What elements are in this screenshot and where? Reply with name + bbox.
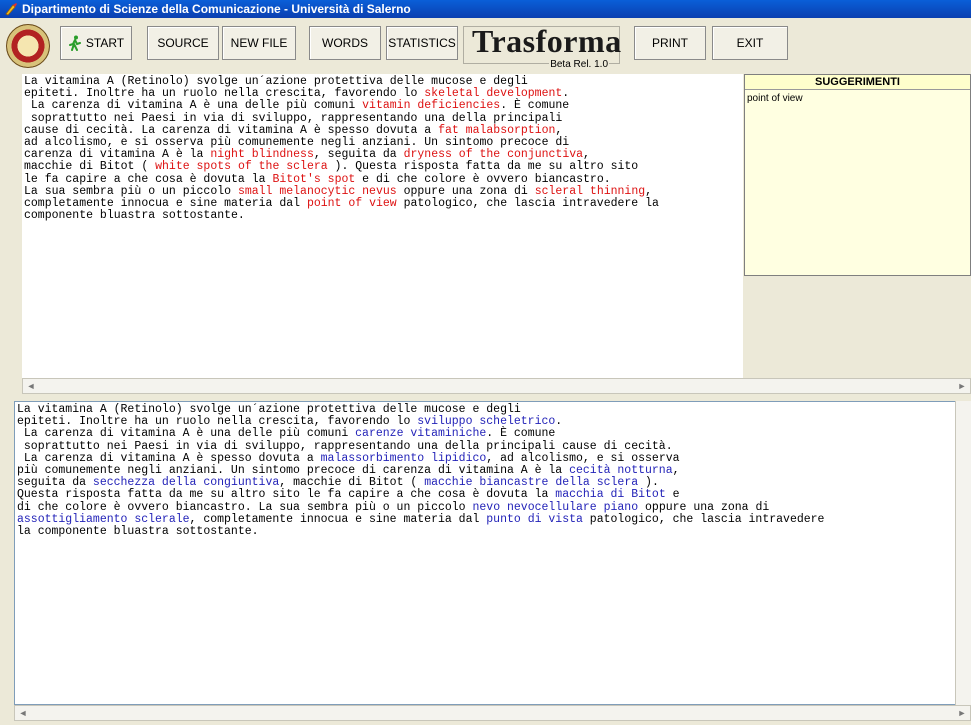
highlighted-term: dryness of the conjunctiva <box>403 148 584 162</box>
translated-text-pane[interactable]: La vitamina A (Retinolo) svolge un´azion… <box>14 401 957 705</box>
text-segment: , <box>645 184 653 198</box>
university-seal-logo <box>6 24 50 68</box>
text-segment: e di che colore è ovvero biancastro. <box>355 172 611 186</box>
text-segment: seguita da <box>17 476 93 490</box>
new-file-button[interactable]: NEW FILE <box>222 26 296 60</box>
toolbar: START SOURCE NEW FILE WORDS STATISTICS T… <box>0 18 971 70</box>
brand-name: Trasforma <box>472 23 622 59</box>
text-segment: e <box>665 488 680 502</box>
print-label: PRINT <box>652 36 688 50</box>
translated-horizontal-scrollbar[interactable]: ◄ ► <box>14 705 971 721</box>
text-segment: ad alcolismo, e si osserva più comunemen… <box>24 136 570 150</box>
text-segment: completamente innocua e sine materia dal <box>24 197 307 211</box>
highlighted-term: macchia di Bitot <box>555 488 666 502</box>
text-segment: , seguita da <box>313 148 404 162</box>
suggestions-panel: SUGGERIMENTI point of view <box>744 74 971 276</box>
highlighted-term: Bitot's spot <box>272 172 356 186</box>
statistics-button[interactable]: STATISTICS <box>386 26 458 60</box>
text-segment: La carenza di vitamina A è una delle più… <box>24 99 363 113</box>
highlighted-term: carenze vitaminiche <box>355 427 487 441</box>
text-segment: patologico, che lascia intravedere la <box>396 197 659 211</box>
highlighted-term: small melanocytic nevus <box>237 184 397 198</box>
text-segment: La carenza di vitamina A è una delle più… <box>17 427 356 441</box>
text-segment: ). Questa risposta fatta da me su altro … <box>327 160 639 174</box>
text-segment: . È comune <box>500 99 570 113</box>
words-label: WORDS <box>322 36 368 50</box>
text-segment: cause di cecità. La carenza di vitamina … <box>24 123 439 137</box>
words-button[interactable]: WORDS <box>309 26 381 60</box>
text-segment: , <box>672 464 680 478</box>
highlighted-term: fat malabsorption <box>438 123 556 137</box>
highlighted-term: night blindness <box>210 148 314 162</box>
text-segment: carenza di vitamina A è la <box>24 148 211 162</box>
text-segment: , ad alcolismo, e si osserva <box>486 451 680 465</box>
highlighted-term: point of view <box>306 197 397 211</box>
text-segment: soprattutto nei Paesi in via di sviluppo… <box>17 439 673 453</box>
highlighted-term: vitamin deficiencies <box>362 99 501 113</box>
brand-version: Beta Rel. 1.0 <box>549 59 609 70</box>
text-segment: di che colore è ovvero biancastro. La su… <box>17 500 473 514</box>
text-segment: , macchie di Bitot ( <box>279 476 425 490</box>
start-button[interactable]: START <box>60 26 132 60</box>
text-segment: patologico, che lascia intravedere <box>582 512 825 526</box>
text-segment: La vitamina A (Retinolo) svolge un´azion… <box>17 403 521 416</box>
highlighted-term: assottigliamento sclerale <box>17 512 190 526</box>
source-text[interactable]: La vitamina A (Retinolo) svolge un´azion… <box>22 74 743 222</box>
statistics-label: STATISTICS <box>388 36 456 50</box>
text-segment: più comunemente negli anziani. Un sintom… <box>17 464 570 478</box>
scroll-right-arrow-icon[interactable]: ► <box>956 707 968 719</box>
brand-box: Trasforma Beta Rel. 1.0 <box>463 23 622 70</box>
highlighted-term: scleral thinning <box>534 184 646 198</box>
text-segment: , <box>583 148 590 162</box>
translated-text-line: la componente bluastra sottostante. <box>17 525 956 539</box>
text-segment: oppure una zona di <box>638 500 770 514</box>
source-label: SOURCE <box>157 36 209 50</box>
scroll-left-arrow-icon[interactable]: ◄ <box>25 380 37 392</box>
text-segment: ). <box>638 476 659 490</box>
new-file-label: NEW FILE <box>230 36 288 50</box>
source-text-pane[interactable]: La vitamina A (Retinolo) svolge un´azion… <box>22 74 743 380</box>
text-segment: . <box>555 415 563 429</box>
scroll-right-arrow-icon[interactable]: ► <box>956 380 968 392</box>
text-segment: soprattutto nei Paesi in via di sviluppo… <box>24 111 563 125</box>
translated-text[interactable]: La vitamina A (Retinolo) svolge un´azion… <box>15 402 956 538</box>
highlighted-term: white spots of the sclera <box>155 160 328 174</box>
text-segment: . È comune <box>486 427 556 441</box>
text-segment: le fa capire a che cosa è dovuta la <box>24 172 273 186</box>
text-segment: La carenza di vitamina A è spesso dovuta… <box>17 451 321 465</box>
app-icon <box>5 3 17 16</box>
highlighted-term: malassorbimento lipidico <box>320 451 487 465</box>
suggestions-header: SUGGERIMENTI <box>745 75 970 90</box>
highlighted-term: nevo nevocellulare piano <box>472 500 639 514</box>
text-segment: componente bluastra sottostante. <box>24 209 245 223</box>
source-horizontal-scrollbar[interactable]: ◄ ► <box>22 378 971 394</box>
text-segment: La vitamina A (Retinolo) svolge un´azion… <box>24 75 528 88</box>
running-man-icon <box>68 35 81 51</box>
window-title: Dipartimento di Scienze della Comunicazi… <box>22 2 411 16</box>
highlighted-term: punto di vista <box>486 512 583 526</box>
source-button[interactable]: SOURCE <box>147 26 219 60</box>
translated-vertical-scrollbar[interactable] <box>955 401 971 705</box>
start-label: START <box>85 36 125 50</box>
text-segment: la componente bluastra sottostante. <box>17 525 259 539</box>
text-segment: macchie di Bitot ( <box>24 160 156 174</box>
text-segment: , completamente innocua e sine materia d… <box>189 512 487 526</box>
source-text-line: componente bluastra sottostante. <box>24 210 743 222</box>
text-segment: oppure una zona di <box>396 184 535 198</box>
text-segment: , <box>555 123 563 137</box>
exit-label: EXIT <box>736 36 764 50</box>
exit-button[interactable]: EXIT <box>712 26 788 60</box>
highlighted-term: cecità notturna <box>569 464 673 478</box>
text-segment: Questa risposta fatta da me su altro sit… <box>17 488 556 502</box>
suggestion-item[interactable]: point of view <box>745 90 970 107</box>
scroll-left-arrow-icon[interactable]: ◄ <box>17 707 29 719</box>
print-button[interactable]: PRINT <box>634 26 706 60</box>
title-bar: Dipartimento di Scienze della Comunicazi… <box>0 0 971 18</box>
text-segment: La sua sembra più o un piccolo <box>24 184 238 198</box>
highlighted-term: macchie biancastre della sclera <box>424 476 639 490</box>
highlighted-term: secchezza della congiuntiva <box>92 476 280 490</box>
